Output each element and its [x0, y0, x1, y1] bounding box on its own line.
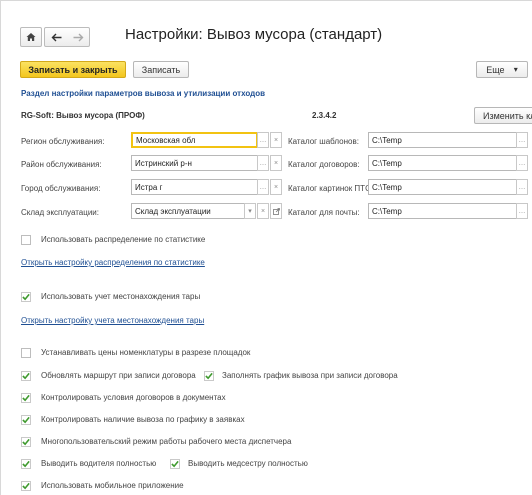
- open-icon: [272, 207, 280, 215]
- mail-dir-input[interactable]: C:\Temp: [368, 203, 517, 219]
- control-schedule-checkbox[interactable]: [21, 415, 31, 425]
- checkmark-icon: [22, 482, 30, 490]
- checkmark-icon: [22, 293, 30, 301]
- show-driver-full-checkbox[interactable]: [21, 459, 31, 469]
- use-mobile-app-checkbox[interactable]: [21, 481, 31, 491]
- home-button[interactable]: [20, 27, 42, 47]
- product-version: 2.3.4.2: [312, 111, 337, 120]
- set-prices-by-site-checkbox[interactable]: [21, 348, 31, 358]
- district-clear-button[interactable]: ×: [270, 155, 282, 171]
- set-prices-by-site-label: Устанавливать цены номенклатуры в разрез…: [41, 348, 251, 357]
- city-select-button[interactable]: …: [257, 179, 269, 195]
- show-nurse-full-checkbox[interactable]: [170, 459, 180, 469]
- use-mobile-app-label: Использовать мобильное приложение: [41, 481, 184, 490]
- product-name: RG-Soft: Вывоз мусора (ПРОФ): [21, 111, 145, 120]
- contracts-dir-label: Каталог договоров:: [288, 160, 360, 169]
- control-schedule-label: Контролировать наличие вывоза по графику…: [41, 415, 245, 424]
- region-label: Регион обслуживания:: [21, 137, 105, 146]
- open-location-settings-link[interactable]: Открыть настройку учета местонахождения …: [21, 316, 204, 325]
- warehouse-clear-button[interactable]: ×: [257, 203, 269, 219]
- save-and-close-button[interactable]: Записать и закрыть: [20, 61, 126, 78]
- use-container-location-checkbox[interactable]: [21, 292, 31, 302]
- fill-schedule-label: Заполнять график вывоза при записи догов…: [222, 371, 398, 380]
- templates-dir-select-button[interactable]: …: [516, 132, 528, 148]
- checkmark-icon: [22, 416, 30, 424]
- contracts-dir-select-button[interactable]: …: [516, 155, 528, 171]
- pts-images-dir-select-button[interactable]: …: [516, 179, 528, 195]
- open-stats-settings-link[interactable]: Открыть настройку распределения по стати…: [21, 258, 205, 267]
- city-clear-button[interactable]: ×: [270, 179, 282, 195]
- use-stats-distribution-label: Использовать распределение по статистике: [41, 235, 206, 244]
- multiuser-dispatcher-label: Многопользовательский режим работы рабоч…: [41, 437, 292, 446]
- page-title: Настройки: Вывоз мусора (стандарт): [125, 26, 383, 43]
- change-key-button[interactable]: Изменить ключ: [474, 107, 532, 124]
- arrow-right-icon: [73, 33, 83, 41]
- save-button[interactable]: Записать: [133, 61, 189, 78]
- region-input[interactable]: Московская обл: [131, 132, 258, 148]
- fill-schedule-checkbox[interactable]: [204, 371, 214, 381]
- pts-images-dir-label: Каталог картинок ПТС:: [288, 184, 374, 193]
- mail-dir-label: Каталог для почты:: [288, 208, 360, 217]
- region-select-button[interactable]: …: [257, 132, 269, 148]
- back-button[interactable]: [51, 33, 62, 42]
- show-nurse-full-label: Выводить медсестру полностью: [188, 459, 308, 468]
- district-select-button[interactable]: …: [257, 155, 269, 171]
- pts-images-dir-input[interactable]: C:\Temp: [368, 179, 517, 195]
- checkmark-icon: [22, 394, 30, 402]
- control-contract-terms-checkbox[interactable]: [21, 393, 31, 403]
- more-button[interactable]: Еще ▾: [476, 61, 528, 78]
- use-container-location-label: Использовать учет местонахождения тары: [41, 292, 201, 301]
- checkmark-icon: [22, 438, 30, 446]
- update-route-checkbox[interactable]: [21, 371, 31, 381]
- warehouse-input[interactable]: Склад эксплуатации: [131, 203, 245, 219]
- checkmark-icon: [22, 372, 30, 380]
- use-stats-distribution-checkbox[interactable]: [21, 235, 31, 245]
- mail-dir-select-button[interactable]: …: [516, 203, 528, 219]
- warehouse-open-button[interactable]: [270, 203, 282, 219]
- city-input[interactable]: Истра г: [131, 179, 258, 195]
- forward-button[interactable]: [73, 33, 84, 42]
- warehouse-dropdown-button[interactable]: ▾: [244, 203, 256, 219]
- more-label: Еще: [486, 64, 505, 75]
- templates-dir-input[interactable]: C:\Temp: [368, 132, 517, 148]
- district-label: Район обслуживания:: [21, 160, 102, 169]
- arrow-left-icon: [51, 33, 61, 41]
- show-driver-full-label: Выводить водителя полностью: [41, 459, 157, 468]
- warehouse-label: Склад эксплуатации:: [21, 208, 99, 217]
- templates-dir-label: Каталог шаблонов:: [288, 137, 359, 146]
- district-input[interactable]: Истринский р-н: [131, 155, 258, 171]
- section-title: Раздел настройки параметров вывоза и ути…: [21, 89, 266, 98]
- city-label: Город обслуживания:: [21, 184, 101, 193]
- checkmark-icon: [171, 460, 179, 468]
- history-nav: [44, 27, 90, 47]
- checkmark-icon: [205, 372, 213, 380]
- checkmark-icon: [22, 460, 30, 468]
- control-contract-terms-label: Контролировать условия договоров в докум…: [41, 393, 226, 402]
- multiuser-dispatcher-checkbox[interactable]: [21, 437, 31, 447]
- home-icon: [26, 33, 36, 41]
- chevron-down-icon: ▾: [513, 65, 518, 74]
- contracts-dir-input[interactable]: C:\Temp: [368, 155, 517, 171]
- region-clear-button[interactable]: ×: [270, 132, 282, 148]
- update-route-label: Обновлять маршрут при записи договора: [41, 371, 196, 380]
